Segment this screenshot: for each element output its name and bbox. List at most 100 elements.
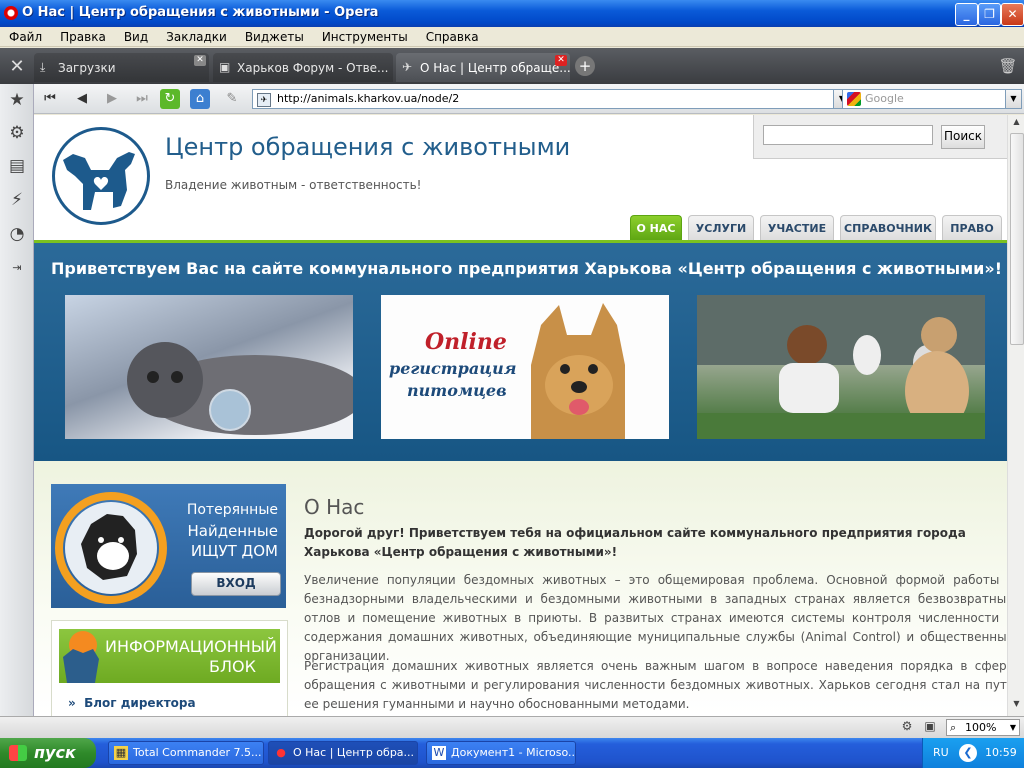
windows-flag-icon [9,745,27,761]
info-title-line2: БЛОК [209,657,256,676]
banner-image-child-dog[interactable] [697,295,985,439]
info-block-header: ИНФОРМАЦИОННЫЙ БЛОК [59,629,280,683]
search-placeholder: Google [865,92,904,105]
menu-edit[interactable]: Правка [51,27,115,44]
download-icon: ⤓ [40,60,46,74]
lost-line3: ИЩУТ ДОМ [190,542,278,560]
nav-tab-services[interactable]: УСЛУГИ [688,215,754,241]
windows-taskbar: пуск ▦ Total Commander 7.5... ● О Нас | … [0,738,1024,768]
minimize-button[interactable]: _ [955,3,978,26]
task-label: О Нас | Центр обра... [293,746,415,759]
language-indicator[interactable]: RU [933,746,949,759]
side-panel: ★ ⚙ ▤ ⚡ ◔ ⇥ [0,84,34,716]
address-field[interactable]: ✈ http://animals.kharkov.ua/node/2 [252,89,834,109]
navigation-bar: ⏮ ◀ ▶ ⏭ ↻ ⌂ ✎ ✈ http://animals.kharkov.u… [34,84,1024,114]
scroll-thumb[interactable] [1010,133,1024,345]
tools-icon[interactable]: ✕ [4,54,30,80]
menu-file[interactable]: Файл [0,27,51,44]
menu-tools[interactable]: Инструменты [313,27,417,44]
new-tab-button[interactable]: + [575,56,595,76]
scroll-up-icon[interactable]: ▲ [1011,117,1022,131]
reload-icon[interactable]: ↻ [160,89,180,109]
nav-tab-law[interactable]: ПРАВО [942,215,1002,241]
start-label: пуск [34,743,76,762]
banner-image-cat[interactable] [65,295,353,439]
close-button[interactable]: ✕ [1001,3,1024,26]
page-viewport: Центр обращения с животными Владение жив… [34,115,1007,716]
menu-help[interactable]: Справка [417,27,488,44]
widgets-gear-icon[interactable]: ⚙ [5,121,29,145]
blog-director-link[interactable]: » Блог директора [68,696,196,710]
rewind-icon[interactable]: ⏮ [40,89,60,109]
zoom-magnifier-icon: ⌕ [950,721,957,734]
page-icon: ✈ [402,60,413,74]
trash-icon[interactable]: 🗑 [998,56,1018,76]
promo-registration: регистрация [389,359,517,378]
address-url: http://animals.kharkov.ua/node/2 [277,92,460,105]
menu-bar: Файл Правка Вид Закладки Виджеты Инструменты С… [0,27,1024,47]
tab-about[interactable]: ✈ О Нас | Центр обраще... ✕ [396,53,570,82]
camera-icon[interactable]: ▣ [920,719,940,736]
panel-toggle-icon[interactable]: ⇥ [5,256,29,280]
task-opera[interactable]: ● О Нас | Центр обра... [268,741,418,765]
clock: 10:59 [985,746,1017,759]
status-bar: ⚙ ▣ ⌕ 100% ▼ [0,716,1024,738]
tray-arrow-icon[interactable]: ❮ [959,744,977,762]
search-dropdown-icon[interactable]: ▼ [1006,89,1022,109]
dog-cat-heart-icon [63,152,135,210]
menu-view[interactable]: Вид [115,27,157,44]
task-label: Документ1 - Microso... [451,746,576,759]
site-search-input[interactable] [763,125,933,145]
maximize-button[interactable]: ❐ [978,3,1001,26]
site-title[interactable]: Центр обращения с животными [165,133,570,161]
nav-tab-about[interactable]: О НАС [630,215,682,241]
site-logo[interactable] [52,127,150,225]
vertical-scrollbar[interactable]: ▲ ▼ [1007,115,1024,716]
forward-icon[interactable]: ▶ [102,89,122,109]
tab-close-icon[interactable]: ✕ [555,55,567,66]
task-word[interactable]: W Документ1 - Microso... [426,741,576,765]
blog-director-label: Блог директора [84,696,196,710]
page-heading: О Нас [304,495,365,519]
forum-icon: ▣ [219,60,231,74]
tab-label: Загрузки [58,61,116,75]
fast-forward-icon[interactable]: ⏭ [132,89,152,109]
banner-online-registration[interactable]: Online регистрация питомцев [381,295,669,439]
bookmarks-star-icon[interactable]: ★ [5,88,29,112]
turbo-icon[interactable]: ⚙ [898,719,916,736]
chat-icon[interactable]: ▤ [5,154,29,178]
start-button[interactable]: пуск [0,738,96,768]
tab-forum[interactable]: ▣ Харьков Форум - Отве... [213,53,393,82]
back-icon[interactable]: ◀ [72,89,92,109]
zoom-value: 100% [965,721,997,734]
lost-pets-icon [55,492,167,604]
info-title-line1: ИНФОРМАЦИОННЫЙ [105,637,277,656]
history-clock-icon[interactable]: ◔ [5,222,29,246]
lost-found-block[interactable]: Потерянные Найденные ИЩУТ ДОМ ВХОД [51,484,286,608]
word-icon: W [432,746,446,760]
scroll-down-icon[interactable]: ▼ [1011,699,1022,713]
transfers-icon[interactable]: ⚡ [5,188,29,212]
menu-bookmarks[interactable]: Закладки [157,27,236,44]
task-total-commander[interactable]: ▦ Total Commander 7.5... [108,741,264,765]
zoom-control[interactable]: ⌕ 100% ▼ [946,719,1020,736]
menu-widgets[interactable]: Виджеты [236,27,313,44]
google-icon [847,92,861,106]
lost-enter-button[interactable]: ВХОД [191,572,281,596]
nav-tab-directory[interactable]: СПРАВОЧНИК [840,215,936,241]
tab-downloads[interactable]: ⤓ Загрузки ✕ [34,53,209,82]
cat-image-icon [127,342,353,435]
promo-online: Online [425,329,507,355]
tab-close-icon[interactable]: ✕ [194,55,206,66]
window-title-bar[interactable]: О Нас | Центр обращения с животными - Op… [0,0,1024,27]
lost-line2: Найденные [187,522,278,540]
zoom-dropdown-icon[interactable]: ▼ [1010,720,1016,735]
nav-tab-participation[interactable]: УЧАСТИЕ [760,215,834,241]
site-search-button[interactable]: Поиск [941,125,985,149]
info-pets-icon [63,631,99,683]
google-search-field[interactable]: Google [842,89,1006,109]
child-dog-image-icon [697,295,985,439]
home-icon[interactable]: ⌂ [190,89,210,109]
total-commander-icon: ▦ [114,746,128,760]
edit-pen-icon[interactable]: ✎ [222,89,242,109]
